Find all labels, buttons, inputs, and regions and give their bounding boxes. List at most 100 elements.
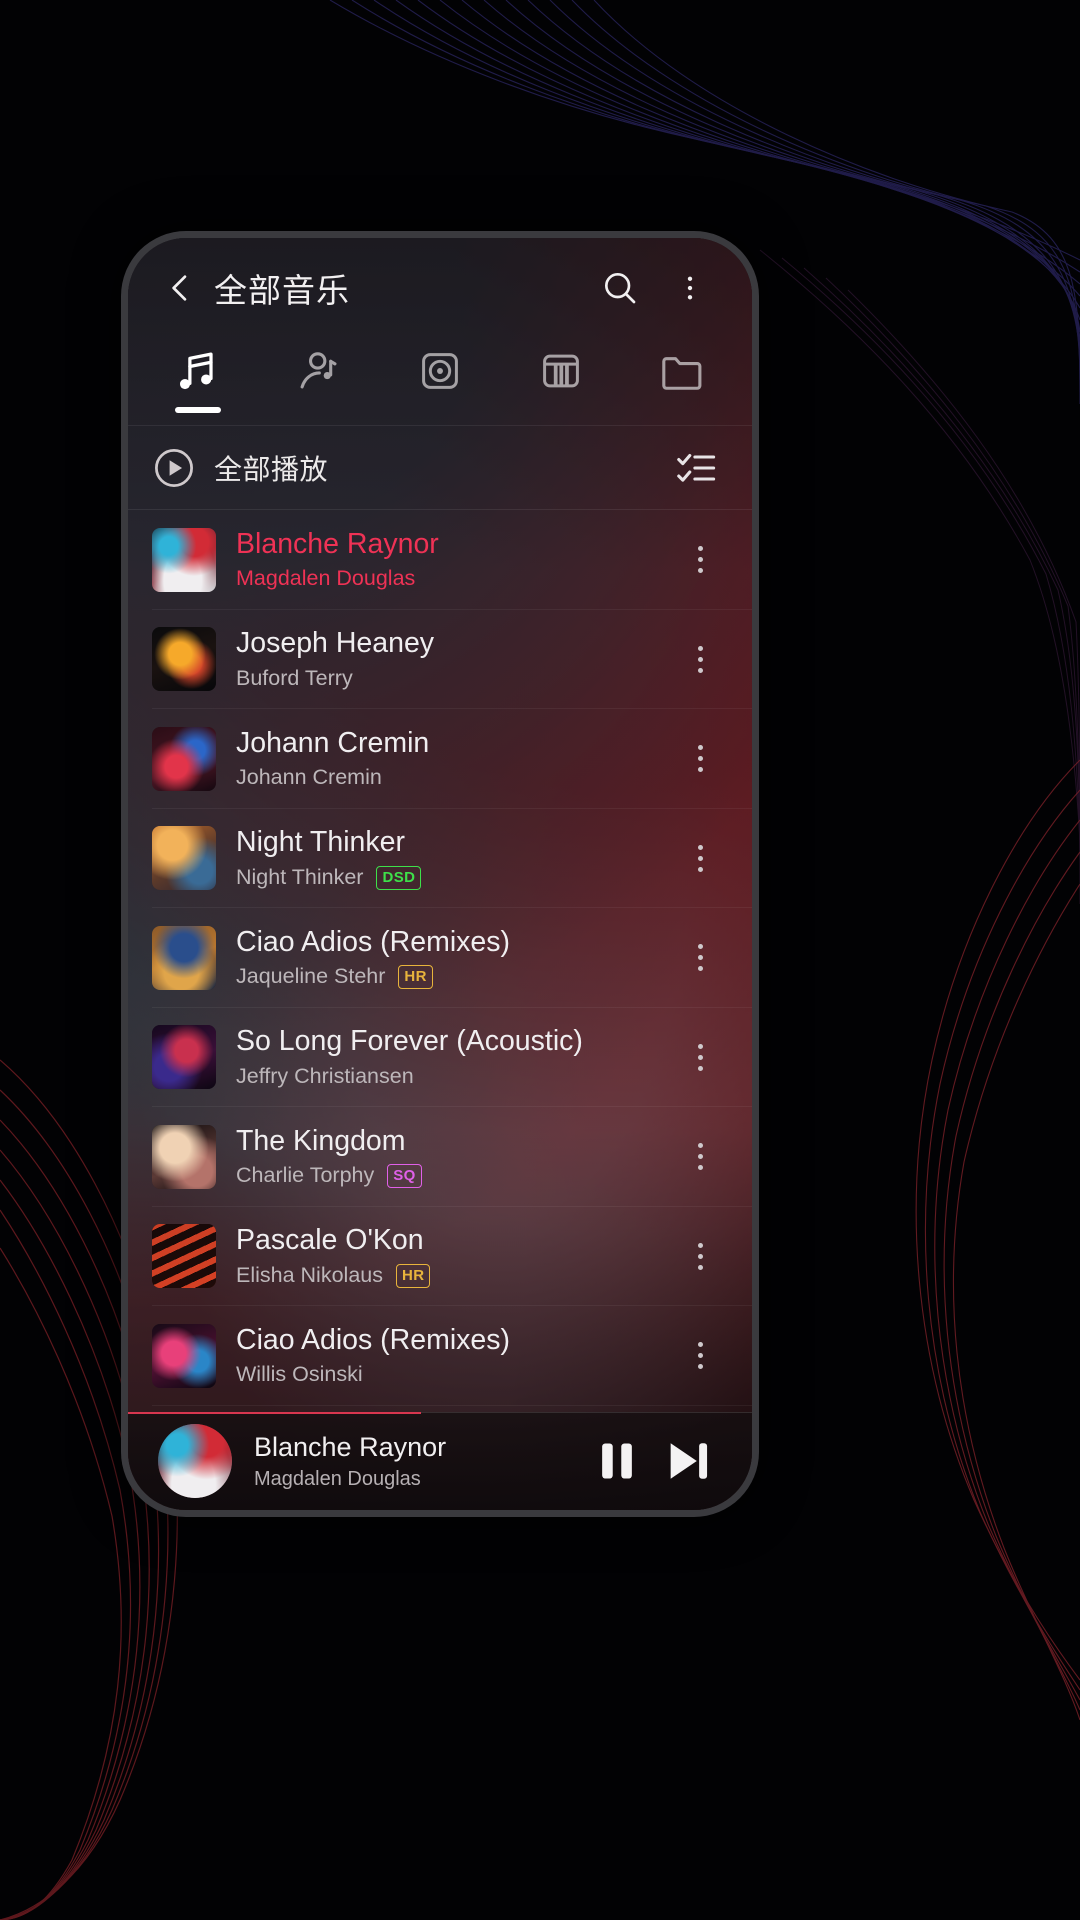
track-artwork — [152, 726, 216, 791]
track-meta: So Long Forever (Acoustic) Jeffry Christi… — [236, 1025, 674, 1089]
track-artwork — [152, 1124, 216, 1189]
phone-device-frame: 全部音乐 全部播放 Blanche Raynor Magdalen Dougla… — [128, 238, 752, 1510]
track-meta: Blanche Raynor Magdalen Douglas — [236, 528, 674, 592]
track-title: Ciao Adios (Remixes) — [236, 1323, 511, 1356]
multi-select-button[interactable] — [670, 442, 722, 494]
track-subtitle: Willis Osinski — [236, 1362, 674, 1388]
track-row[interactable]: Pascale O'Kon Elisha Nikolaus HR — [128, 1207, 752, 1307]
track-overflow-button[interactable] — [674, 1326, 726, 1386]
library-tab-bar — [128, 338, 752, 426]
track-row[interactable]: Night Thinker Night Thinker DSD — [128, 809, 752, 909]
track-artwork — [152, 1323, 216, 1388]
now-playing-bar[interactable]: Blanche Raynor Magdalen Douglas — [128, 1412, 752, 1510]
track-overflow-button[interactable] — [674, 1127, 726, 1187]
track-meta: The Kingdom Charlie Torphy SQ — [236, 1125, 674, 1189]
pause-icon — [602, 1443, 632, 1479]
search-button[interactable] — [592, 260, 648, 316]
track-title: Johann Cremin — [236, 726, 430, 759]
track-row[interactable]: Ciao Adios (Remixes) Jaqueline Stehr HR — [128, 908, 752, 1008]
tab-active-indicator — [659, 407, 705, 413]
track-artist: Buford Terry — [236, 665, 353, 690]
track-overflow-button[interactable] — [674, 729, 726, 789]
track-meta: Night Thinker Night Thinker DSD — [236, 826, 674, 890]
tab-albums[interactable] — [380, 338, 501, 426]
piano-keys-icon — [542, 354, 579, 388]
artist-icon — [300, 352, 337, 389]
overflow-menu-button[interactable] — [662, 260, 718, 316]
tab-genres[interactable] — [500, 338, 621, 426]
track-title: Night Thinker — [236, 826, 405, 859]
music-note-icon — [180, 352, 214, 390]
search-icon — [605, 273, 636, 304]
track-artist: Willis Osinski — [236, 1362, 363, 1387]
track-artwork — [152, 527, 216, 592]
play-all-label: 全部播放 — [214, 453, 329, 485]
track-subtitle: Magdalen Douglas — [236, 566, 674, 592]
track-artist: Night Thinker — [236, 864, 364, 889]
tab-active-indicator — [538, 405, 584, 411]
now-playing-artwork — [158, 1424, 232, 1498]
track-meta: Ciao Adios (Remixes) Willis Osinski — [236, 1324, 674, 1388]
track-overflow-button[interactable] — [674, 928, 726, 988]
track-subtitle: Charlie Torphy SQ — [236, 1163, 674, 1189]
chevron-left-icon — [172, 275, 187, 301]
track-list[interactable]: Blanche Raynor Magdalen Douglas Joseph Hea… — [128, 510, 752, 1412]
now-playing-artist: Magdalen Douglas — [254, 1467, 421, 1490]
track-artist: Elisha Nikolaus — [236, 1262, 383, 1287]
track-title: Joseph Heaney — [236, 627, 435, 660]
now-playing-title: Blanche Raynor — [254, 1431, 447, 1462]
app-top-bar: 全部音乐 — [128, 238, 752, 338]
track-overflow-button[interactable] — [674, 629, 726, 689]
track-row[interactable]: Joseph Heaney Buford Terry — [128, 610, 752, 710]
page-title: 全部音乐 — [214, 272, 350, 309]
track-title: Blanche Raynor — [236, 527, 439, 560]
album-disc-icon — [422, 353, 458, 389]
quality-badge: HR — [398, 965, 433, 990]
quality-badge: DSD — [376, 865, 422, 890]
track-row[interactable]: Johann Cremin Johann Cremin — [128, 709, 752, 809]
track-artist: Charlie Torphy — [236, 1163, 375, 1188]
track-subtitle: Elisha Nikolaus HR — [236, 1263, 674, 1289]
track-subtitle: Jeffry Christiansen — [236, 1064, 674, 1090]
tab-songs[interactable] — [138, 338, 259, 426]
track-row[interactable]: So Long Forever (Acoustic) Jeffry Christi… — [128, 1008, 752, 1108]
quality-badge: HR — [395, 1263, 431, 1288]
track-artist: Jaqueline Stehr — [236, 964, 386, 989]
track-overflow-button[interactable] — [674, 1027, 726, 1087]
track-subtitle: Jaqueline Stehr HR — [236, 964, 674, 990]
back-button[interactable] — [152, 260, 208, 316]
tab-folders[interactable] — [621, 338, 742, 426]
folder-icon — [661, 357, 701, 390]
track-overflow-button[interactable] — [674, 1226, 726, 1286]
tab-active-indicator — [296, 407, 342, 413]
track-row[interactable]: Blanche Raynor Magdalen Douglas — [128, 510, 752, 610]
track-subtitle: Night Thinker DSD — [236, 865, 674, 891]
play-all-button[interactable]: 全部播放 — [152, 446, 670, 490]
next-track-button[interactable] — [652, 1426, 722, 1496]
track-row[interactable]: The Kingdom Charlie Torphy SQ — [128, 1107, 752, 1207]
track-artwork — [152, 1025, 216, 1090]
track-artwork — [152, 826, 216, 891]
track-artist: Jeffry Christiansen — [236, 1063, 414, 1088]
track-subtitle: Johann Cremin — [236, 765, 674, 791]
track-row[interactable]: Ciao Adios (Remixes) Willis Osinski — [128, 1306, 752, 1406]
phone-screen: 全部音乐 全部播放 Blanche Raynor Magdalen Dougla… — [128, 238, 752, 1510]
track-meta: Johann Cremin Johann Cremin — [236, 727, 674, 791]
track-artwork — [152, 627, 216, 692]
track-overflow-button[interactable] — [674, 530, 726, 590]
play-all-bar: 全部播放 — [128, 426, 752, 510]
track-overflow-button[interactable] — [674, 828, 726, 888]
track-meta: Ciao Adios (Remixes) Jaqueline Stehr HR — [236, 926, 674, 990]
track-title: Ciao Adios (Remixes) — [236, 925, 511, 958]
play-circle-icon — [155, 448, 193, 487]
pause-button[interactable] — [582, 1426, 652, 1496]
track-title: Pascale O'Kon — [236, 1224, 424, 1257]
tab-active-indicator — [175, 407, 222, 413]
now-playing-meta: Blanche Raynor Magdalen Douglas — [254, 1432, 582, 1491]
checklist-icon — [677, 453, 716, 482]
track-meta: Joseph Heaney Buford Terry — [236, 627, 674, 691]
track-title: The Kingdom — [236, 1124, 406, 1157]
track-title: So Long Forever (Acoustic) — [236, 1025, 583, 1058]
tab-artists[interactable] — [259, 338, 380, 426]
tab-active-indicator — [417, 405, 463, 411]
